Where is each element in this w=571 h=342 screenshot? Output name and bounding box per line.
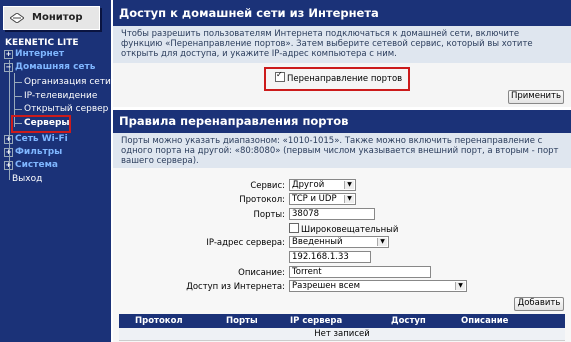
table-empty-row: Нет записей xyxy=(119,328,565,341)
column-header-access: Доступ xyxy=(391,316,426,326)
access-section-description: Чтобы разрешить пользователям Интернета … xyxy=(113,26,571,63)
main-content: Доступ к домашней сети из Интернета Чтоб… xyxy=(113,0,571,342)
column-header-description: Описание xyxy=(461,316,509,326)
device-brand: KEENETIC LITE xyxy=(5,38,79,48)
apply-button[interactable]: Применить xyxy=(508,90,564,104)
sidebar-item-iptv[interactable]: IP-телевидение xyxy=(14,91,97,101)
protocol-select[interactable]: TCP и UDP ▼ xyxy=(289,193,356,205)
monitor-button[interactable]: Монитор xyxy=(3,6,100,30)
server-ip-input[interactable]: 192.168.1.33 xyxy=(289,251,371,263)
tree-tick xyxy=(14,96,22,97)
rules-section-title: Правила перенаправления портов xyxy=(113,110,571,133)
ports-label: Порты: xyxy=(253,210,285,220)
description-label: Описание: xyxy=(238,268,285,278)
ports-input[interactable]: 38078 xyxy=(289,208,375,220)
server-ip-label: IP-адрес сервера: xyxy=(206,238,285,248)
expand-icon: + xyxy=(4,50,13,59)
add-button[interactable]: Добавить xyxy=(514,297,564,311)
sidebar-item-wifi[interactable]: + Сеть Wi-Fi xyxy=(4,134,68,144)
expand-icon: + xyxy=(4,148,13,157)
expand-icon: + xyxy=(4,135,13,144)
sidebar-item-logout[interactable]: Выход xyxy=(12,174,42,184)
sidebar-item-open-server[interactable]: Открытый сервер xyxy=(14,104,108,114)
monitor-label: Монитор xyxy=(32,12,83,23)
column-header-protocol: Протокол xyxy=(135,316,183,326)
sidebar-item-system[interactable]: + Система xyxy=(4,160,58,170)
internet-access-select[interactable]: Разрешен всем ▼ xyxy=(289,280,467,292)
expand-icon: + xyxy=(4,161,13,170)
dropdown-arrow-icon: ▼ xyxy=(344,181,354,189)
dropdown-arrow-icon: ▼ xyxy=(377,238,387,246)
rules-section-description: Порты можно указать диапазоном: «1010-10… xyxy=(113,133,571,168)
sidebar-item-network-setup[interactable]: Организация сети xyxy=(14,77,111,87)
column-header-ports: Порты xyxy=(226,316,258,326)
dropdown-arrow-icon: ▼ xyxy=(455,282,465,290)
service-select[interactable]: Другой ▼ xyxy=(289,179,356,191)
collapse-icon: − xyxy=(4,63,13,72)
tree-tick xyxy=(14,82,22,83)
access-section-title: Доступ к домашней сети из Интернета xyxy=(113,0,571,26)
monitor-icon xyxy=(10,13,24,23)
checkbox-unchecked-icon[interactable] xyxy=(289,223,299,233)
dropdown-arrow-icon: ▼ xyxy=(344,195,354,203)
sidebar-item-home-network[interactable]: − Домашняя сеть xyxy=(4,62,95,72)
column-header-server-ip: IP сервера xyxy=(290,316,343,326)
rules-table-header: Протокол Порты IP сервера Доступ Описани… xyxy=(119,314,565,328)
sidebar-item-internet[interactable]: + Интернет xyxy=(4,49,64,59)
checkbox-highlight xyxy=(264,67,410,91)
service-label: Сервис: xyxy=(250,181,285,191)
tree-tick xyxy=(14,109,22,110)
server-ip-mode-select[interactable]: Введенный ▼ xyxy=(289,236,389,248)
broadcast-checkbox[interactable]: Широковещательный xyxy=(289,223,398,235)
protocol-label: Протокол: xyxy=(239,195,285,205)
selection-highlight xyxy=(11,115,71,133)
sidebar: Монитор KEENETIC LITE + Интернет − Домашня… xyxy=(0,0,111,342)
description-input[interactable]: Torrent xyxy=(289,266,431,278)
sidebar-item-filters[interactable]: + Фильтры xyxy=(4,147,62,157)
internet-access-label: Доступ из Интернета: xyxy=(186,282,285,292)
